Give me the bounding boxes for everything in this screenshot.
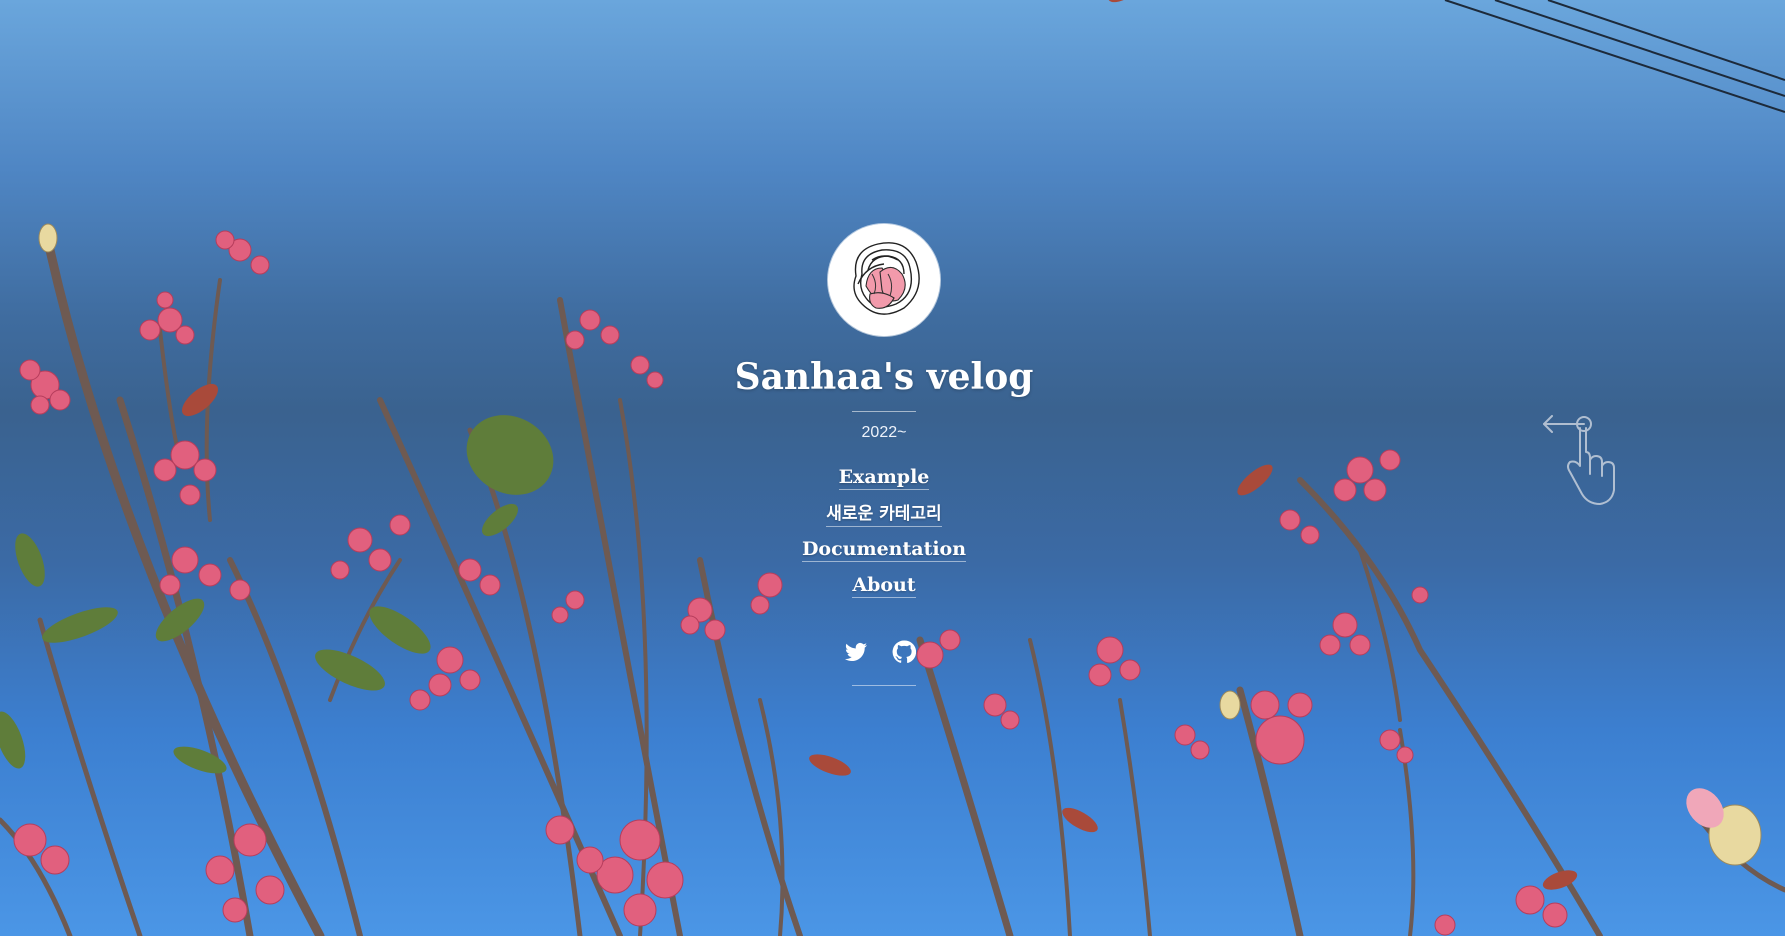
twitter-icon xyxy=(845,642,867,661)
nav-link-about[interactable]: About xyxy=(852,574,916,598)
site-description: 2022~ xyxy=(861,424,907,441)
twitter-link[interactable] xyxy=(844,640,870,666)
social-links xyxy=(834,640,934,666)
swipe-hint xyxy=(1540,410,1620,510)
title-divider xyxy=(852,411,916,412)
nav-item: Example xyxy=(734,466,1034,502)
nav-item: About xyxy=(734,574,1034,610)
github-link[interactable] xyxy=(892,640,918,666)
nav-menu: Example 새로운 카테고리 Documentation About xyxy=(734,466,1034,610)
avatar-logo-image xyxy=(828,224,940,336)
social-divider xyxy=(852,685,916,686)
site-title[interactable]: Sanhaa's velog xyxy=(692,356,1076,398)
nav-link-documentation[interactable]: Documentation xyxy=(801,538,967,562)
profile-avatar[interactable] xyxy=(828,224,940,336)
nav-item: Documentation xyxy=(734,538,1034,574)
nav-link-example[interactable]: Example xyxy=(838,466,930,490)
github-icon xyxy=(892,640,917,664)
swipe-left-hand-icon xyxy=(1543,415,1615,505)
nav-item: 새로운 카테고리 xyxy=(734,502,1034,538)
sidebar: Sanhaa's velog 2022~ Example 새로운 카테고리 Do… xyxy=(0,0,1785,936)
nav-link-new-category[interactable]: 새로운 카테고리 xyxy=(826,503,942,527)
